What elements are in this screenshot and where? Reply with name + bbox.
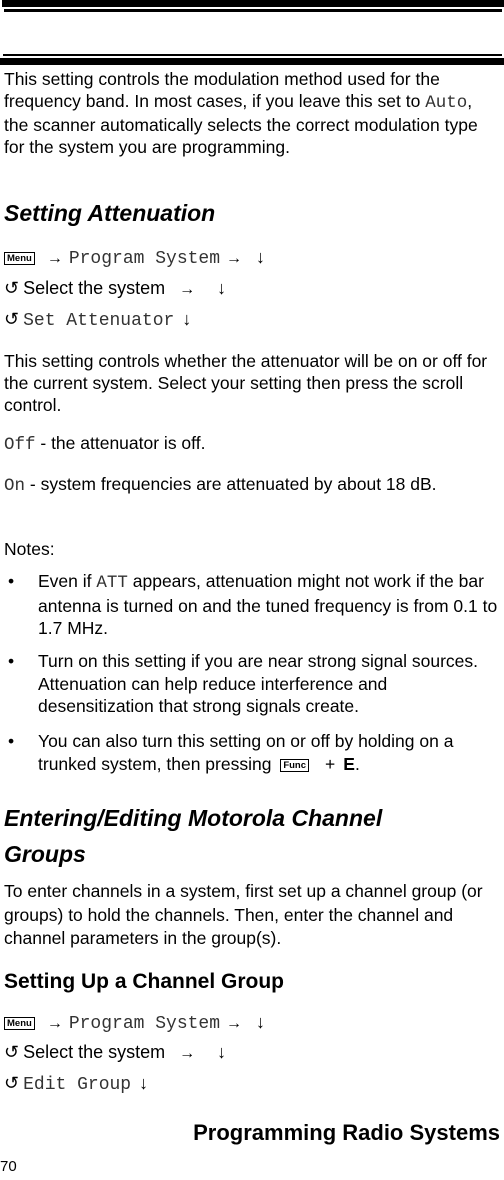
step-select-system: ↺ Select the system → ↓: [4, 1041, 226, 1065]
arrow-down-icon: ↓: [217, 1042, 227, 1062]
header-rule-lower: [3, 54, 502, 56]
bullet-icon: •: [8, 731, 15, 751]
step-code: Edit Group: [23, 1075, 132, 1095]
header-rule-bottom: [0, 58, 504, 65]
step-text: Select the system: [23, 1042, 166, 1062]
motorola-description: To enter channels in a system, first set…: [4, 881, 483, 948]
menu-key-icon: Menu: [4, 252, 35, 265]
rotate-icon: ↺: [4, 1073, 20, 1093]
note-text: You can also turn this setting on or off…: [38, 730, 500, 775]
step-code: Program System: [68, 1014, 221, 1034]
note-text: Turn on this setting if you are near str…: [38, 651, 478, 716]
arrow-down-icon: ↓: [256, 247, 266, 267]
arrow-down-icon: ↓: [182, 309, 192, 329]
rotate-icon: ↺: [4, 309, 20, 329]
option-on: On - system frequencies are attenuated b…: [4, 473, 498, 497]
menu-key-icon: Menu: [4, 1017, 35, 1030]
chapter-title: Programming Radio Systems: [193, 1120, 500, 1145]
note-item: • Turn on this setting if you are near s…: [8, 650, 500, 718]
rotate-icon: ↺: [4, 1042, 20, 1062]
page-number: 70: [0, 1158, 17, 1175]
intro-text: This setting controls the modulation met…: [4, 69, 440, 111]
code-off: Off: [4, 435, 36, 455]
header-rule-top: [2, 0, 504, 7]
arrow-down-icon: ↓: [217, 278, 227, 298]
func-key-icon: Func: [280, 758, 310, 772]
step-menu-program-system: Menu → Program System → ↓: [4, 1011, 265, 1035]
attenuation-description: This setting controls whether the attenu…: [4, 351, 488, 415]
step-edit-group: ↺ Edit Group ↓: [4, 1072, 148, 1096]
arrow-down-icon: ↓: [139, 1073, 149, 1093]
code-auto: Auto: [425, 93, 468, 113]
heading-setting-attenuation: Setting Attenuation: [4, 200, 216, 226]
step-text: Select the system: [23, 278, 166, 298]
option-off: Off - the attenuator is off.: [4, 432, 498, 456]
note-item: • You can also turn this setting on or o…: [8, 730, 500, 775]
note-item: • Even if ATT appears, attenuation might…: [8, 570, 500, 640]
step-code: Program System: [68, 249, 221, 269]
note-text-part: You can also turn this setting on or off…: [38, 731, 454, 774]
note-text-part: Even if: [38, 571, 97, 591]
key-e: E: [343, 753, 355, 774]
bullet-icon: •: [8, 571, 15, 591]
note-text: Even if ATT appears, attenuation might n…: [38, 570, 500, 640]
option-text: - the attenuator is off.: [35, 433, 206, 453]
arrow-down-icon: ↓: [256, 1012, 266, 1032]
plus-sign: +: [325, 753, 336, 774]
period: .: [354, 753, 360, 774]
heading-channel-group: Setting Up a Channel Group: [4, 970, 285, 993]
rotate-icon: ↺: [4, 278, 20, 298]
arrow-right-icon: →: [46, 250, 63, 267]
step-select-system: ↺ Select the system → ↓: [4, 277, 226, 301]
header-rule-thin: [4, 9, 502, 12]
arrow-right-icon: →: [46, 1015, 63, 1032]
arrow-right-icon: →: [226, 1015, 243, 1032]
step-menu-program-system: Menu → Program System → ↓: [4, 246, 265, 270]
option-text: - system frequencies are attenuated by a…: [25, 474, 437, 494]
arrow-right-icon: →: [226, 250, 243, 267]
heading-motorola-channel-groups: Entering/Editing Motorola Channel Groups: [4, 805, 383, 867]
bullet-icon: •: [8, 651, 15, 671]
step-set-attenuator: ↺ Set Attenuator ↓: [4, 308, 191, 332]
notes-label: Notes:: [4, 539, 55, 559]
arrow-right-icon: →: [179, 1045, 196, 1062]
intro-paragraph: This setting controls the modulation met…: [4, 68, 498, 158]
step-code: Set Attenuator: [23, 311, 175, 331]
code-on: On: [4, 476, 26, 496]
code-att: ATT: [96, 573, 128, 593]
arrow-right-icon: →: [179, 281, 196, 298]
